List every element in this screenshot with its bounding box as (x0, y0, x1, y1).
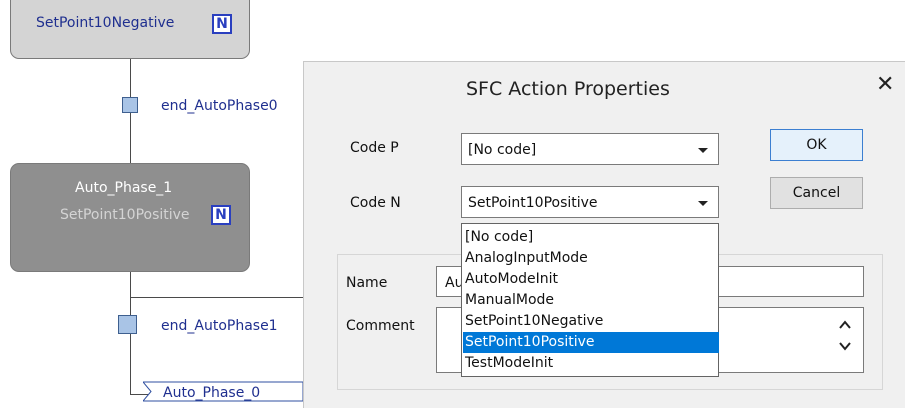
transition-marker[interactable] (122, 97, 138, 113)
dropdown-option[interactable]: AutoModeInit (463, 269, 719, 290)
cancel-button[interactable]: Cancel (770, 177, 863, 209)
transition-marker[interactable] (118, 315, 137, 334)
dropdown-option[interactable]: TestModeInit (463, 353, 719, 374)
dialog-title: SFC Action Properties (466, 78, 670, 100)
ok-button[interactable]: OK (770, 129, 863, 161)
step-action-label: SetPoint10Positive (60, 207, 190, 223)
code-n-dropdown-list[interactable]: [No code] AnalogInputMode AutoModeInit M… (461, 223, 719, 377)
step-name-label: Auto_Phase_1 (75, 180, 173, 196)
sfc-branch-line (130, 297, 303, 298)
code-p-label: Code P (350, 140, 399, 156)
dropdown-option[interactable]: SetPoint10Negative (463, 311, 719, 332)
close-icon[interactable]: ✕ (876, 72, 894, 97)
scroll-up-icon[interactable] (839, 320, 851, 330)
comment-label: Comment (346, 318, 415, 334)
chevron-down-icon[interactable] (698, 148, 708, 153)
code-n-value: SetPoint10Positive (468, 195, 598, 211)
code-p-select[interactable]: [No code] (461, 133, 719, 165)
qualifier-n-badge: N (211, 205, 231, 225)
chevron-down-icon[interactable] (698, 201, 708, 206)
code-n-select[interactable]: SetPoint10Positive (461, 186, 719, 218)
qualifier-n-badge: N (212, 14, 232, 34)
jump-label: Auto_Phase_0 (163, 385, 261, 401)
name-label: Name (346, 275, 388, 291)
step-action-label: SetPoint10Negative (36, 15, 175, 31)
code-n-label: Code N (350, 195, 401, 211)
transition-label: end_AutoPhase0 (161, 98, 278, 114)
code-p-value: [No code] (468, 142, 537, 158)
transition-label: end_AutoPhase1 (161, 318, 278, 334)
dropdown-option[interactable]: [No code] (463, 227, 719, 248)
scroll-down-icon[interactable] (839, 341, 851, 351)
dropdown-option[interactable]: AnalogInputMode (463, 248, 719, 269)
dropdown-option-selected[interactable]: SetPoint10Positive (463, 332, 719, 353)
dropdown-option[interactable]: ManualMode (463, 290, 719, 311)
